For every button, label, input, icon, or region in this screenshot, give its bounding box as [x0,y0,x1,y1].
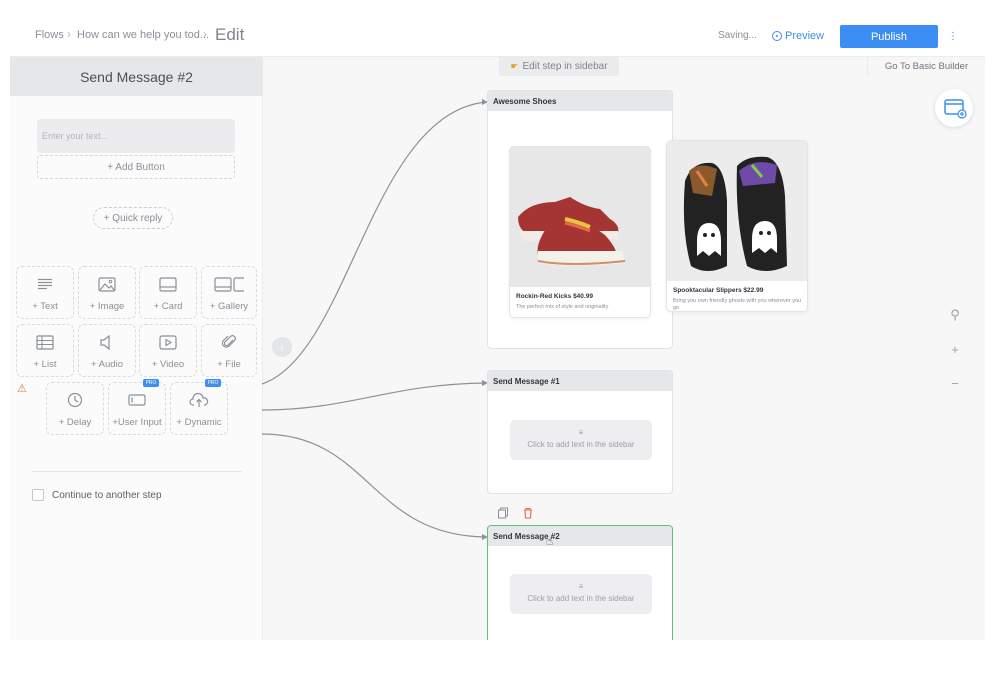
zoom-in-icon[interactable]: + [947,341,963,357]
tile-label: + Image [89,301,125,312]
quick-reply-button[interactable]: + Quick reply [93,207,173,229]
collapse-sidebar-icon[interactable]: ‹ [272,337,292,357]
tile-label: + Delay [58,417,92,428]
tile-label: + Dynamic [176,417,222,428]
text-lines-icon: ≡ [578,428,584,437]
gallery-card[interactable]: Rockin-Red Kicks $40.99 The perfect mix … [509,146,651,318]
saving-status: Saving... [718,30,757,41]
add-step-button[interactable] [935,89,973,127]
continue-checkbox[interactable] [32,489,44,501]
tile-label: + List [33,359,57,370]
tile-label: + Gallery [209,301,249,312]
card-icon [140,275,196,293]
warning-icon: ⚠ [17,383,27,395]
breadcrumb-separator-icon: › [67,27,71,41]
gallery-card[interactable]: Spooktacular Slippers $22.99 Bring you o… [666,140,808,312]
card-subtitle: The perfect mix of style and originality [516,304,609,310]
pro-badge: PRO [205,379,221,387]
node-title: Send Message #2 [488,526,672,546]
tile-label: + Card [153,301,183,312]
pin-icon[interactable]: ⚲ [947,307,963,323]
add-card-tile[interactable]: + Card [139,266,197,319]
user-input-icon [109,391,165,409]
page-title: Edit [215,25,245,44]
add-list-tile[interactable]: + List [16,324,74,377]
card-title: Spooktacular Slippers $22.99 [673,287,764,294]
add-text-tile[interactable]: + Text [16,266,74,319]
edit-step-hint: ☛ Edit step in sidebar [499,56,619,76]
breadcrumb-separator-icon: › [203,27,207,41]
tile-label: + Audio [91,359,123,370]
ghost-slippers-image [667,141,807,281]
add-card-icon [944,99,967,119]
add-file-tile[interactable]: + File [201,324,257,377]
add-text-placeholder[interactable]: ≡ Click to add text in the sidebar [510,574,652,614]
pointer-hand-icon: ☛ [510,60,519,71]
add-gallery-tile[interactable]: + Gallery [201,266,257,319]
cloud-upload-icon [171,391,227,409]
edit-hint-label: Edit step in sidebar [522,60,608,72]
trash-icon[interactable] [522,507,534,519]
send-message-node-selected[interactable]: Send Message #2 ≡ Click to add text in t… [487,525,673,640]
preview-label: Preview [785,30,825,42]
top-bar: Flows › How can we help you tod... › Edi… [10,14,985,57]
add-user-input-tile[interactable]: PRO +User Input [108,379,166,435]
video-icon [140,333,196,351]
breadcrumb-flows[interactable]: Flows [35,29,64,41]
tile-label: +User Input [112,417,162,428]
node-title: Awesome Shoes [488,91,672,111]
card-subtitle: Bring you own friendly ghosts with you w… [673,298,802,311]
copy-icon[interactable] [497,507,509,519]
sidebar-title: Send Message #2 [10,57,263,96]
image-icon [79,275,135,293]
text-lines-icon: ≡ [578,582,584,591]
node-body-text: Click to add text in the sidebar [527,440,635,449]
node-body-text: Click to add text in the sidebar [527,594,635,603]
breadcrumb-flow-name[interactable]: How can we help you tod... [77,29,209,41]
continue-label: Continue to another step [52,490,162,501]
text-icon [17,275,73,293]
go-to-basic-builder-link[interactable]: Go To Basic Builder [867,56,985,76]
add-image-tile[interactable]: + Image [78,266,136,319]
publish-button[interactable]: Publish [840,25,938,48]
red-sneakers-image [510,147,650,287]
node-title: Send Message #1 [488,371,672,391]
preview-button[interactable]: Preview [772,26,824,46]
message-text-input[interactable] [37,119,235,153]
paperclip-icon [202,333,256,351]
divider [32,471,242,472]
eye-icon [772,31,782,41]
list-icon [17,333,73,351]
clock-icon [47,391,103,409]
gallery-icon [202,275,256,293]
hand-cursor-icon: ☝ [546,534,554,548]
zoom-out-icon[interactable]: − [947,375,963,391]
add-video-tile[interactable]: + Video [139,324,197,377]
tile-label: + Text [32,301,58,312]
pro-badge: PRO [143,379,159,387]
add-button-button[interactable]: + Add Button [37,155,235,179]
add-text-placeholder[interactable]: ≡ Click to add text in the sidebar [510,420,652,460]
app-window: Flows › How can we help you tod... › Edi… [10,14,985,640]
add-dynamic-tile[interactable]: PRO + Dynamic [170,379,228,435]
more-options-icon[interactable]: ⋮ [942,25,964,48]
add-audio-tile[interactable]: + Audio [78,324,136,377]
send-message-node[interactable]: Send Message #1 ≡ Click to add text in t… [487,370,673,494]
card-title: Rockin-Red Kicks $40.99 [516,293,593,300]
tile-label: + Video [151,359,185,370]
add-delay-tile[interactable]: + Delay [46,382,104,435]
tile-label: + File [217,359,241,370]
step-sidebar: Send Message #2 + Add Button + Quick rep… [10,57,263,640]
audio-icon [79,333,135,351]
